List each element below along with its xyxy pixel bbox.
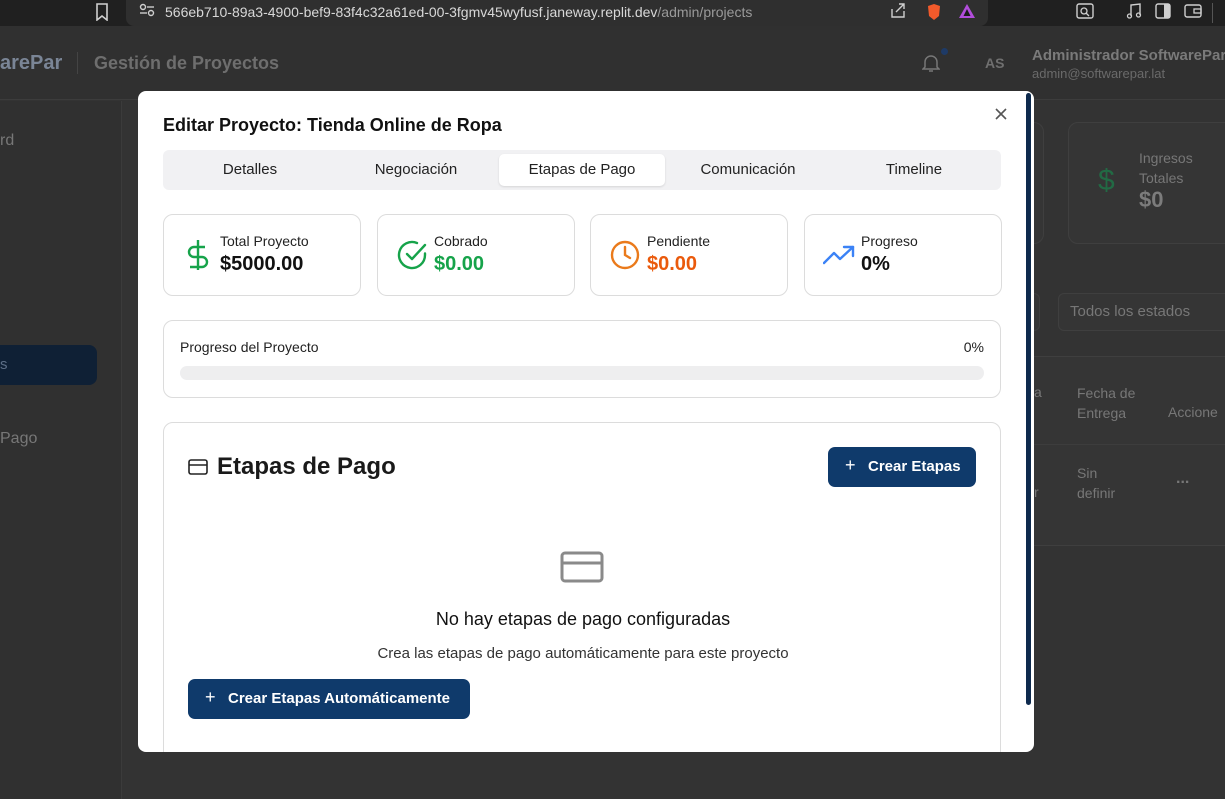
auto-create-stages-label: Crear Etapas Automáticamente <box>228 690 451 707</box>
tab-comunicacion[interactable]: Comunicación <box>665 154 831 186</box>
table-header-fecha: Fecha de Entrega <box>1077 385 1136 421</box>
user-email: admin@softwarepar.lat <box>1032 66 1166 81</box>
toolbar-divider <box>1212 3 1213 23</box>
stages-title: Etapas de Pago <box>217 453 396 480</box>
sidebar-item-pagos[interactable]: Pago <box>0 430 37 448</box>
stat-card-progreso: Progreso 0% <box>804 214 1002 296</box>
create-stages-label: Crear Etapas <box>868 458 961 475</box>
progress-bar <box>180 366 984 380</box>
status-filter-value: Todos los estados <box>1070 303 1191 320</box>
brave-rewards-icon[interactable] <box>957 3 977 23</box>
credit-card-icon <box>560 551 604 583</box>
url-text[interactable]: 566eb710-89a3-4900-bef9-83f4c32a61ed-00-… <box>165 4 752 20</box>
avatar[interactable]: AS <box>985 55 1004 71</box>
dialog-title: Editar Proyecto: Tienda Online de Ropa <box>163 115 502 135</box>
stat-value: $5000.00 <box>220 253 304 275</box>
table-cell-fecha: Sin definir <box>1077 465 1116 501</box>
stat-label: Progreso <box>861 233 918 249</box>
reader-mode-icon[interactable] <box>1075 3 1095 23</box>
plus-icon: + <box>845 455 856 475</box>
tab-list: Detalles Negociación Etapas de Pago Comu… <box>163 150 1001 190</box>
stat-value: $0.00 <box>647 253 698 275</box>
sidebar: rd s Pago <box>0 101 122 799</box>
tab-etapas-de-pago[interactable]: Etapas de Pago <box>499 154 665 186</box>
browser-toolbar: 566eb710-89a3-4900-bef9-83f4c32a61ed-00-… <box>0 0 1225 26</box>
auto-create-stages-button[interactable]: + Crear Etapas Automáticamente <box>188 679 470 719</box>
brave-shield-icon[interactable] <box>924 3 944 23</box>
project-progress-card: Progreso del Proyecto 0% <box>163 320 1001 398</box>
header-divider <box>77 52 78 74</box>
tab-negociacion[interactable]: Negociación <box>333 154 499 186</box>
tab-timeline[interactable]: Timeline <box>831 154 997 186</box>
sidebar-item-dashboard[interactable]: rd <box>0 132 14 150</box>
income-value: $0 <box>1139 187 1164 212</box>
plus-icon: + <box>205 687 216 707</box>
dialog-scrollbar[interactable] <box>1026 93 1031 705</box>
notification-dot <box>941 48 948 55</box>
trending-up-icon <box>822 239 855 271</box>
progress-percent: 0% <box>963 339 984 355</box>
check-circle-icon <box>396 239 428 271</box>
stat-label: Pendiente <box>647 233 711 249</box>
sidebar-item-active[interactable]: s <box>0 345 97 385</box>
create-stages-button[interactable]: + Crear Etapas <box>828 447 976 487</box>
page-title: Gestión de Proyectos <box>94 53 280 73</box>
share-icon[interactable] <box>888 3 908 23</box>
table-header-partial: a <box>1034 384 1042 400</box>
progress-label: Progreso del Proyecto <box>180 339 319 355</box>
stat-value: $0.00 <box>434 253 485 275</box>
bookmark-icon[interactable] <box>92 3 112 23</box>
stat-label: Cobrado <box>434 233 488 249</box>
url-host: 566eb710-89a3-4900-bef9-83f4c32a61ed-00-… <box>165 4 658 20</box>
wallet-icon[interactable] <box>1183 3 1203 23</box>
dollar-icon: $ <box>1098 164 1115 197</box>
media-icon[interactable] <box>1124 3 1144 23</box>
close-icon <box>995 108 1007 120</box>
tab-detalles[interactable]: Detalles <box>167 154 333 186</box>
bell-icon[interactable] <box>921 53 942 73</box>
table-cell-partial: r <box>1034 484 1039 500</box>
url-path: /admin/projects <box>657 4 753 20</box>
empty-state-title: No hay etapas de pago configuradas <box>435 609 731 629</box>
close-button[interactable] <box>991 106 1011 126</box>
edit-project-dialog: Editar Proyecto: Tienda Online de Ropa D… <box>138 91 1034 752</box>
sidebar-item-active-label: s <box>0 356 8 373</box>
row-actions-button[interactable]: ... <box>1176 470 1189 488</box>
income-label: Ingresos Totales <box>1139 150 1193 186</box>
stat-card-cobrado: Cobrado $0.00 <box>377 214 575 296</box>
user-name: Administrador SoftwarePar <box>1032 47 1225 64</box>
stat-card-pendiente: Pendiente $0.00 <box>590 214 788 296</box>
app-header: arePar Gestión de Proyectos AS Administr… <box>0 26 1225 100</box>
table-header-acciones: Accione <box>1168 404 1218 420</box>
stat-value: 0% <box>861 253 890 275</box>
credit-card-icon <box>188 459 208 475</box>
sidebar-toggle-icon[interactable] <box>1153 3 1173 23</box>
empty-state-subtitle: Crea las etapas de pago automáticamente … <box>377 645 789 662</box>
stat-label: Total Proyecto <box>220 233 309 249</box>
dollar-icon <box>182 239 214 271</box>
clock-icon <box>609 239 641 271</box>
stat-card-total: Total Proyecto $5000.00 <box>163 214 361 296</box>
site-settings-icon[interactable] <box>137 3 157 23</box>
brand-logo-text[interactable]: arePar <box>0 52 62 75</box>
payment-stages-card: Etapas de Pago + Crear Etapas No hay eta… <box>163 422 1001 752</box>
